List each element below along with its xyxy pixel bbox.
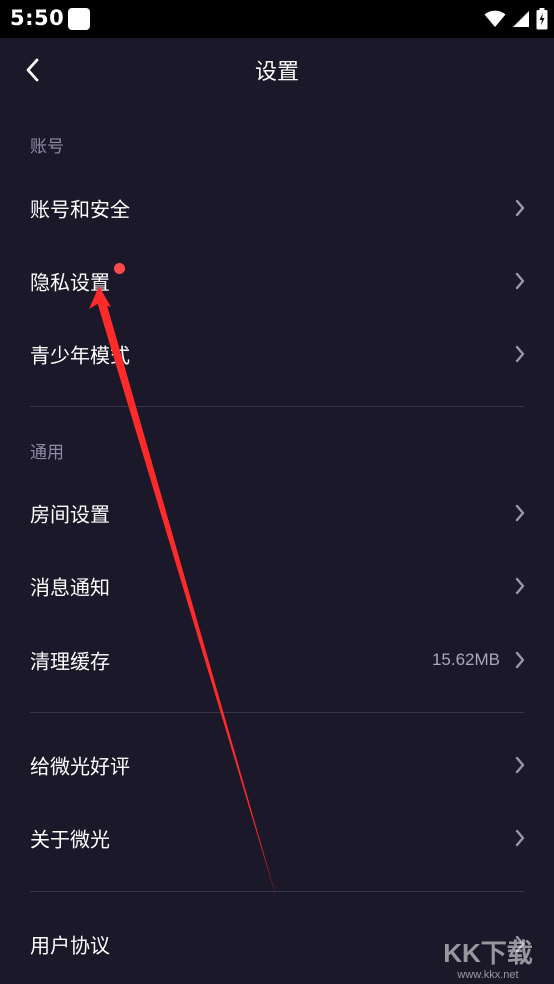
- cache-size-value: 15.62MB: [431, 650, 500, 669]
- chevron-right-icon: [515, 504, 525, 522]
- watermark-url: www.kkx.net: [456, 969, 518, 981]
- settings-item-account-security[interactable]: 账号和安全: [0, 172, 554, 244]
- section-header-account: 账号: [30, 137, 64, 157]
- section-divider: [30, 712, 524, 713]
- settings-item-privacy[interactable]: 隐私设置: [0, 245, 554, 317]
- status-bar: 5:50: [0, 0, 554, 38]
- settings-item-label: 给微光好评: [30, 754, 130, 779]
- chevron-right-icon: [515, 199, 525, 217]
- settings-item-label: 青少年模式: [30, 343, 130, 368]
- settings-item-label: 隐私设置: [30, 270, 110, 295]
- settings-item-room[interactable]: 房间设置: [0, 477, 554, 549]
- app-square-icon: [68, 8, 90, 30]
- settings-item-label: 关于微光: [30, 827, 110, 852]
- chevron-right-icon: [515, 345, 525, 363]
- page-title: 设置: [254, 60, 299, 85]
- settings-item-label: 账号和安全: [30, 197, 130, 222]
- settings-item-notifications[interactable]: 消息通知: [0, 550, 554, 622]
- chevron-right-icon: [515, 272, 525, 290]
- settings-item-teen-mode[interactable]: 青少年模式: [0, 318, 554, 390]
- settings-item-label: 消息通知: [30, 575, 110, 600]
- battery-charging-icon: [536, 8, 548, 30]
- section-divider: [30, 891, 524, 892]
- settings-item-rate-app[interactable]: 给微光好评: [0, 729, 554, 801]
- section-divider: [30, 406, 524, 407]
- chevron-right-icon: [515, 651, 525, 669]
- status-icons: [484, 7, 548, 31]
- settings-item-label: 清理缓存: [30, 649, 110, 674]
- section-header-general: 通用: [30, 443, 64, 463]
- watermark-text: KK下载: [443, 938, 533, 968]
- watermark-logo: KK下载 www.kkx.net: [443, 938, 533, 981]
- settings-item-clear-cache[interactable]: 清理缓存 15.62MB: [0, 624, 554, 696]
- settings-item-label: 房间设置: [30, 502, 110, 527]
- settings-item-label: 用户协议: [30, 933, 110, 958]
- chevron-right-icon: [515, 829, 525, 847]
- nav-bar: 设置: [0, 38, 554, 102]
- chevron-right-icon: [515, 756, 525, 774]
- signal-icon: [513, 11, 529, 27]
- wifi-icon: [484, 10, 506, 27]
- settings-item-about[interactable]: 关于微光: [0, 802, 554, 874]
- chevron-right-icon: [515, 577, 525, 595]
- status-time: 5:50: [10, 6, 65, 30]
- notification-dot: [114, 263, 125, 274]
